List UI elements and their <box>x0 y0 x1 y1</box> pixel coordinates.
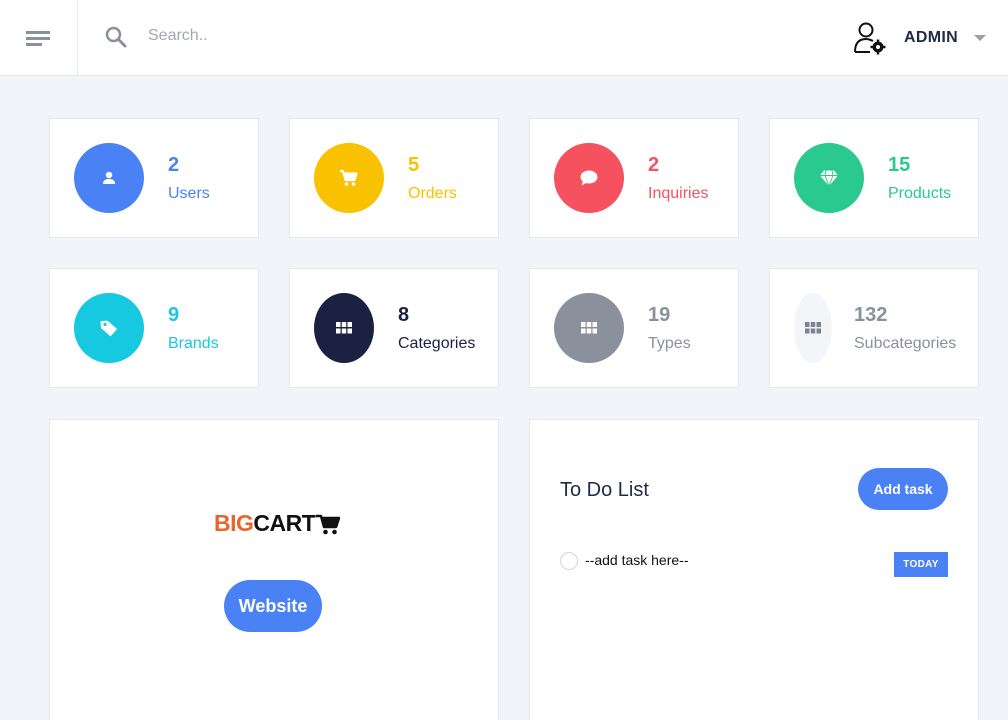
stat-label: Users <box>168 185 210 202</box>
todo-panel: To Do List Add task --add task here-- TO… <box>529 419 979 720</box>
tag-icon <box>74 293 144 363</box>
chevron-down-icon <box>973 35 986 41</box>
stat-count: 9 <box>168 304 180 326</box>
cart-icon <box>314 143 384 213</box>
cart-icon <box>316 514 341 534</box>
stat-label: Products <box>888 185 952 202</box>
stat-card-brands[interactable]: 9 Brands <box>49 268 259 388</box>
todo-checkbox[interactable] <box>560 552 578 570</box>
bigcart-logo: BIG CART <box>214 510 341 537</box>
hamburger-icon <box>25 30 50 46</box>
todo-item-text: --add task here-- <box>585 552 689 568</box>
website-button[interactable]: Website <box>224 580 322 632</box>
stat-label: Brands <box>168 335 219 352</box>
add-task-button[interactable]: Add task <box>858 468 948 510</box>
stat-card-orders[interactable]: 5 Orders <box>289 118 499 238</box>
top-bar: ADMIN <box>0 0 1008 76</box>
chat-icon <box>554 143 624 213</box>
stat-count: 8 <box>398 304 410 326</box>
user-name: ADMIN <box>904 29 958 46</box>
stat-count: 19 <box>648 304 671 326</box>
today-badge: TODAY <box>894 552 948 577</box>
diamond-icon <box>794 143 864 213</box>
user-menu[interactable]: ADMIN <box>852 20 986 56</box>
stat-label: Orders <box>408 185 457 202</box>
stat-count: 5 <box>408 154 420 176</box>
search-input[interactable] <box>148 22 568 50</box>
todo-title: To Do List <box>560 479 649 501</box>
stat-label: Types <box>648 335 691 352</box>
stat-card-subcategories[interactable]: 132 Subcategories <box>769 268 979 388</box>
logo-text-cart: CART <box>253 510 316 536</box>
website-panel: BIG CART Website <box>49 419 499 720</box>
stat-label: Inquiries <box>648 185 709 202</box>
menu-toggle-button[interactable] <box>0 0 78 75</box>
stat-count: 2 <box>168 154 180 176</box>
stat-label: Categories <box>398 335 476 352</box>
stat-card-types[interactable]: 19 Types <box>529 268 739 388</box>
search-icon[interactable] <box>104 25 128 49</box>
user-icon <box>74 143 144 213</box>
stat-card-categories[interactable]: 8 Categories <box>289 268 499 388</box>
grid-icon <box>554 293 624 363</box>
stat-card-products[interactable]: 15 Products <box>769 118 979 238</box>
stat-count: 132 <box>854 304 888 326</box>
stat-count: 15 <box>888 154 911 176</box>
stat-count: 2 <box>648 154 660 176</box>
user-settings-icon <box>854 22 886 55</box>
stat-card-inquiries[interactable]: 2 Inquiries <box>529 118 739 238</box>
grid-icon <box>314 293 374 363</box>
stat-label: Subcategories <box>854 335 957 352</box>
logo-text-big: BIG <box>214 510 254 536</box>
grid-icon <box>794 293 832 363</box>
stat-card-users[interactable]: 2 Users <box>49 118 259 238</box>
